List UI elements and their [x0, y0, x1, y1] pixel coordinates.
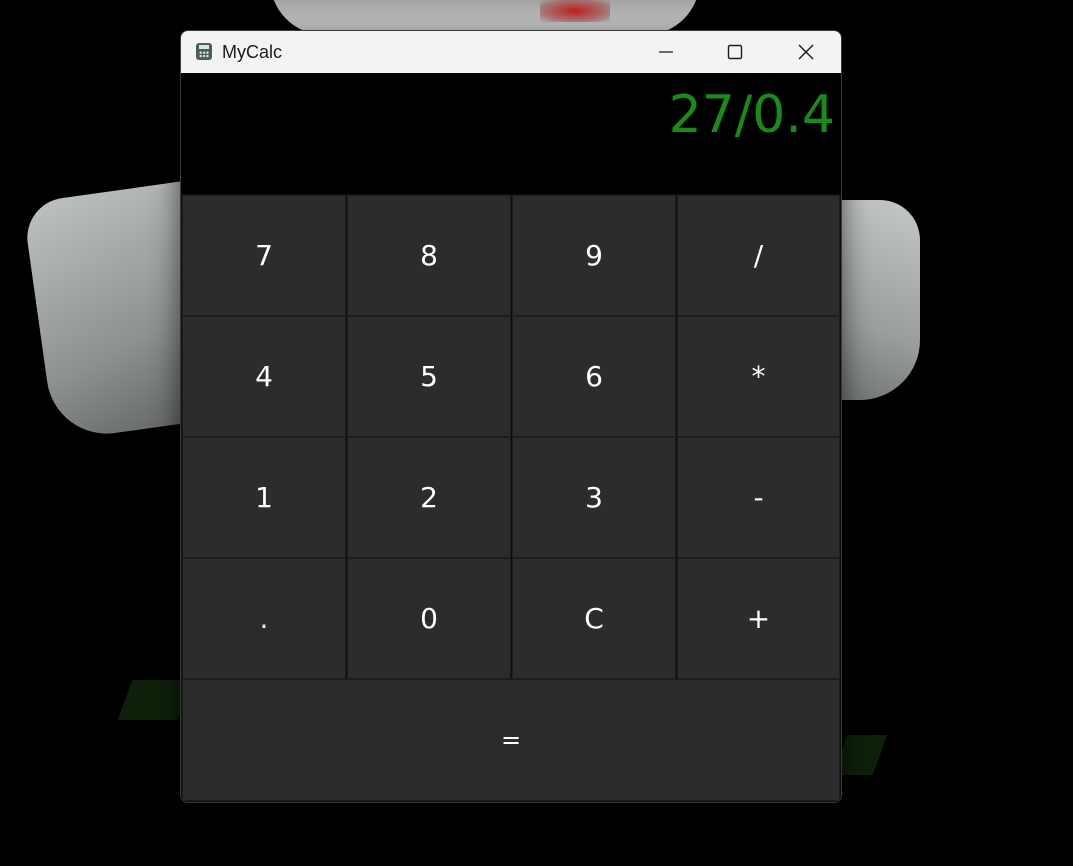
- minimize-icon: [659, 51, 673, 53]
- calculator-window: MyCalc 27/0.4 7 8 9 / 4 5 6 * 1 2 3 - . …: [180, 30, 842, 803]
- key-add[interactable]: +: [677, 558, 840, 679]
- minimize-button[interactable]: [643, 31, 689, 73]
- key-7[interactable]: 7: [182, 195, 346, 316]
- key-5[interactable]: 5: [347, 316, 511, 437]
- display-expression: 27/0.4: [668, 85, 835, 145]
- key-9[interactable]: 9: [512, 195, 676, 316]
- calculator-display: 27/0.4: [181, 73, 841, 194]
- key-8[interactable]: 8: [347, 195, 511, 316]
- desktop-wallpaper: MyCalc 27/0.4 7 8 9 / 4 5 6 * 1 2 3 - . …: [0, 0, 1073, 866]
- window-title: MyCalc: [222, 42, 283, 62]
- key-3[interactable]: 3: [512, 437, 676, 558]
- key-divide[interactable]: /: [677, 195, 840, 316]
- calculator-icon: [196, 43, 212, 60]
- key-6[interactable]: 6: [512, 316, 676, 437]
- key-multiply[interactable]: *: [677, 316, 840, 437]
- close-icon: [798, 44, 814, 60]
- key-1[interactable]: 1: [182, 437, 346, 558]
- key-subtract[interactable]: -: [677, 437, 840, 558]
- wallpaper-red-accent: [540, 0, 610, 22]
- key-4[interactable]: 4: [182, 316, 346, 437]
- keypad: 7 8 9 / 4 5 6 * 1 2 3 - . 0 C + =: [181, 194, 841, 802]
- maximize-icon: [727, 44, 743, 60]
- maximize-button[interactable]: [712, 31, 758, 73]
- key-0[interactable]: 0: [347, 558, 511, 679]
- key-equals[interactable]: =: [182, 679, 840, 801]
- key-2[interactable]: 2: [347, 437, 511, 558]
- title-bar[interactable]: MyCalc: [181, 31, 841, 73]
- key-decimal[interactable]: .: [182, 558, 346, 679]
- close-button[interactable]: [783, 31, 829, 73]
- key-clear[interactable]: C: [512, 558, 676, 679]
